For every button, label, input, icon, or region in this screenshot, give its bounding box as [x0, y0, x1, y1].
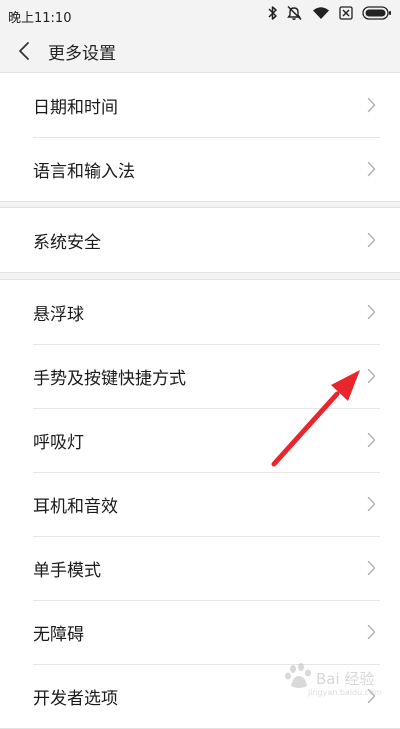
watermark-subtext: jingyan.baidu.com: [308, 688, 382, 697]
chevron-right-icon: [367, 304, 376, 320]
settings-item-language-input[interactable]: 语言和输入法: [0, 137, 400, 201]
settings-item-label: 系统安全: [33, 233, 101, 253]
chevron-left-icon[interactable]: [16, 40, 34, 62]
settings-item-label: 耳机和音效: [33, 497, 118, 517]
status-bar: 晚上11:10: [0, 0, 400, 30]
bluetooth-icon: [268, 6, 277, 20]
title-bar: 更多设置: [0, 30, 400, 73]
settings-item-one-handed-mode[interactable]: 单手模式: [0, 536, 400, 600]
watermark-text: Bai 经验: [316, 670, 375, 688]
page-title: 更多设置: [48, 44, 116, 64]
settings-item-floating-ball[interactable]: 悬浮球: [0, 280, 400, 344]
settings-item-label: 日期和时间: [33, 98, 118, 118]
settings-item-accessibility[interactable]: 无障碍: [0, 600, 400, 664]
chevron-right-icon: [367, 432, 376, 448]
mute-icon: [287, 5, 302, 21]
settings-item-label: 无障碍: [33, 625, 84, 645]
settings-group-security: 系统安全: [0, 207, 400, 273]
sim-disabled-icon: [339, 6, 353, 20]
chevron-right-icon: [367, 368, 376, 384]
watermark: Bai 经验 jingyan.baidu.com: [282, 656, 394, 698]
chevron-right-icon: [367, 161, 376, 177]
settings-item-label: 开发者选项: [33, 689, 118, 709]
settings-item-date-time[interactable]: 日期和时间: [0, 73, 400, 137]
status-time: 晚上11:10: [8, 11, 72, 26]
settings-item-headphones-audio[interactable]: 耳机和音效: [0, 472, 400, 536]
settings-item-label: 悬浮球: [33, 305, 84, 325]
battery-icon: [362, 6, 391, 20]
wifi-icon: [313, 7, 329, 19]
chevron-right-icon: [367, 232, 376, 248]
settings-item-label: 呼吸灯: [33, 433, 84, 453]
settings-item-label: 单手模式: [33, 561, 101, 581]
settings-item-gesture-shortcuts[interactable]: 手势及按键快捷方式: [0, 344, 400, 408]
settings-item-notification-light[interactable]: 呼吸灯: [0, 408, 400, 472]
settings-group-general: 日期和时间 语言和输入法: [0, 72, 400, 202]
chevron-right-icon: [367, 496, 376, 512]
chevron-right-icon: [367, 624, 376, 640]
settings-item-system-security[interactable]: 系统安全: [0, 208, 400, 272]
status-icons: [268, 5, 392, 21]
chevron-right-icon: [367, 560, 376, 576]
settings-item-label: 语言和输入法: [33, 162, 135, 182]
settings-item-label: 手势及按键快捷方式: [33, 369, 186, 389]
chevron-right-icon: [367, 97, 376, 113]
